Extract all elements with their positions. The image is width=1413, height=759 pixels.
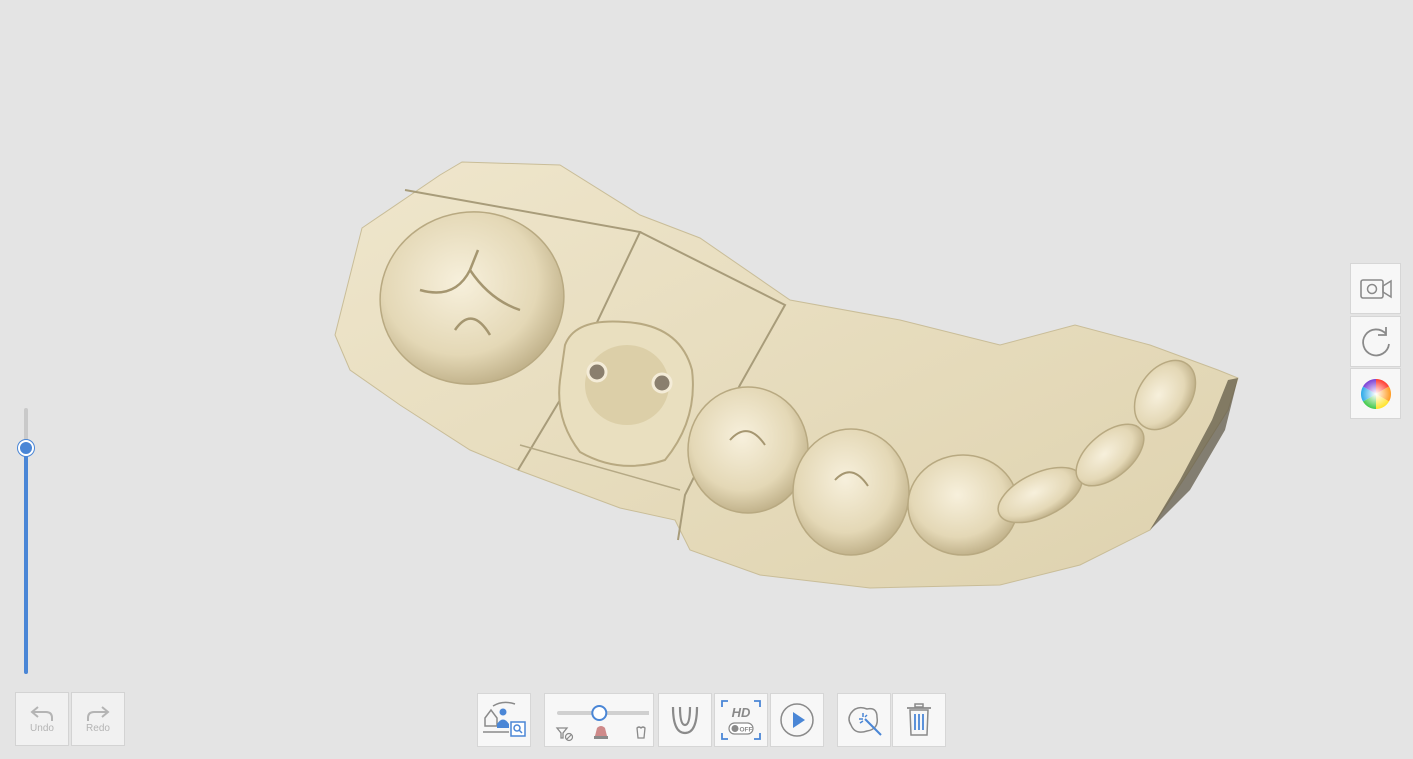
arch-icon (671, 706, 699, 735)
tooth-only-icon (636, 726, 646, 739)
premolar-tooth (687, 386, 809, 514)
hd-state: OFF (740, 727, 753, 734)
video-camera-icon (1359, 278, 1392, 299)
redo-label: Redo (86, 723, 110, 734)
filter-off-icon (555, 727, 574, 742)
redo-icon (87, 706, 110, 721)
opacity-slider-handle[interactable] (18, 440, 34, 456)
premolar-tooth (792, 428, 910, 556)
lasso-erase-button[interactable] (837, 693, 891, 747)
redo-button[interactable]: Redo (71, 692, 125, 746)
filter-level-slider[interactable] (549, 698, 649, 742)
color-map-button[interactable] (1350, 368, 1401, 419)
play-icon (780, 703, 814, 737)
undo-label: Undo (30, 723, 54, 734)
arch-button[interactable] (658, 693, 712, 747)
lasso-erase-icon (848, 706, 882, 736)
delete-button[interactable] (892, 693, 946, 747)
opacity-slider[interactable] (18, 408, 34, 678)
color-wheel-icon (1360, 378, 1391, 409)
hd-toggle-icon: HD OFF (721, 700, 761, 740)
opacity-slider-fill (24, 448, 28, 674)
reset-view-button[interactable] (1350, 316, 1401, 367)
scan-filter-icon (483, 701, 526, 737)
implant-screw (651, 372, 673, 394)
dental-scan-model[interactable] (0, 0, 1413, 759)
filter-level-panel[interactable] (544, 693, 654, 747)
record-video-button[interactable] (1350, 263, 1401, 314)
reset-view-icon (1361, 326, 1390, 356)
3d-viewport[interactable] (0, 0, 1413, 759)
undo-icon (30, 706, 53, 721)
scan-filter-button[interactable] (477, 693, 531, 747)
tooth-tissue-icon (594, 726, 608, 739)
play-button[interactable] (770, 693, 824, 747)
implant-screw (586, 361, 608, 383)
hd-toggle-button[interactable]: HD OFF (714, 693, 768, 747)
undo-button[interactable]: Undo (15, 692, 69, 746)
trash-icon (907, 703, 931, 736)
filter-slider-handle (591, 705, 608, 721)
hd-label: HD (732, 705, 751, 720)
